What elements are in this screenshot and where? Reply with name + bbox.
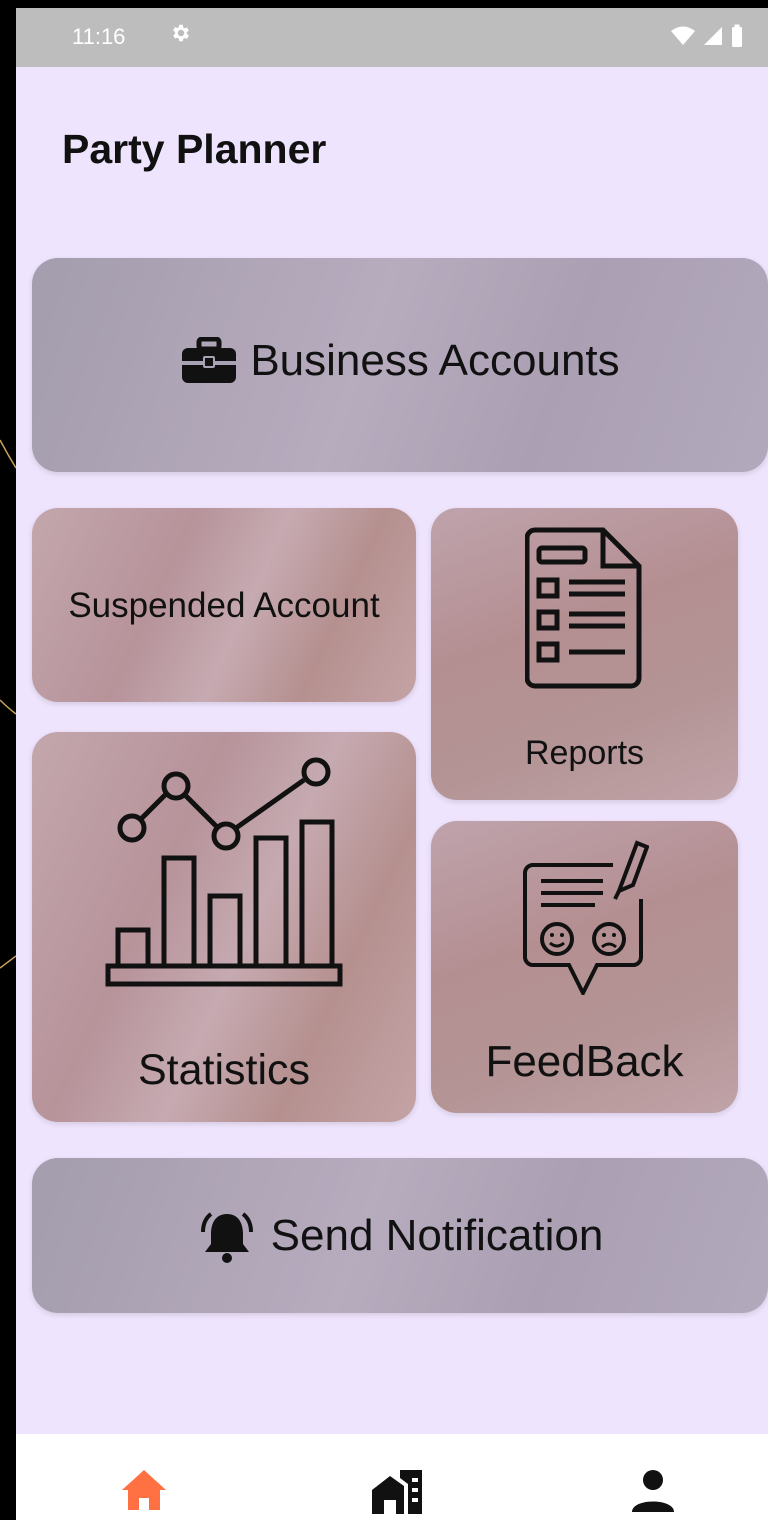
- bottom-navigation: [16, 1434, 768, 1520]
- feedback-icon: [523, 840, 649, 995]
- feedback-button[interactable]: FeedBack: [431, 821, 738, 1113]
- statistics-button[interactable]: Statistics: [32, 732, 416, 1122]
- nav-profile[interactable]: [630, 1468, 676, 1519]
- frame-decoration: [0, 439, 16, 969]
- person-icon: [632, 1470, 674, 1512]
- suspended-account-button[interactable]: Suspended Account: [32, 508, 416, 702]
- status-icons: [670, 24, 744, 48]
- feedback-label: FeedBack: [485, 1037, 684, 1086]
- status-time: 11:16: [72, 24, 126, 49]
- nav-home[interactable]: [120, 1468, 168, 1517]
- page-title: Party Planner: [62, 126, 327, 172]
- home-icon: [122, 1470, 166, 1510]
- send-notification-button[interactable]: Send Notification: [32, 1158, 768, 1313]
- app-screen: 11:16 Party Planner Business Accounts Su…: [16, 8, 768, 1520]
- reports-label: Reports: [524, 734, 645, 772]
- building-icon: [372, 1470, 422, 1514]
- reports-button[interactable]: Reports: [431, 508, 738, 800]
- battery-icon: [732, 24, 742, 47]
- settings-gear-icon: [170, 22, 192, 49]
- briefcase-icon: [182, 337, 237, 383]
- business-accounts-label: Business Accounts: [250, 336, 620, 385]
- report-document-icon: [525, 527, 642, 689]
- business-accounts-button[interactable]: Business Accounts: [32, 258, 768, 472]
- send-notification-label: Send Notification: [270, 1211, 604, 1260]
- wifi-icon: [671, 26, 695, 45]
- statistics-label: Statistics: [137, 1046, 311, 1094]
- suspended-account-label: Suspended Account: [68, 586, 380, 625]
- status-bar: 11:16: [16, 8, 768, 67]
- signal-icon: [704, 27, 722, 45]
- statistics-chart-icon: [105, 757, 343, 987]
- bell-icon: [200, 1212, 253, 1263]
- nav-venues[interactable]: [370, 1468, 424, 1520]
